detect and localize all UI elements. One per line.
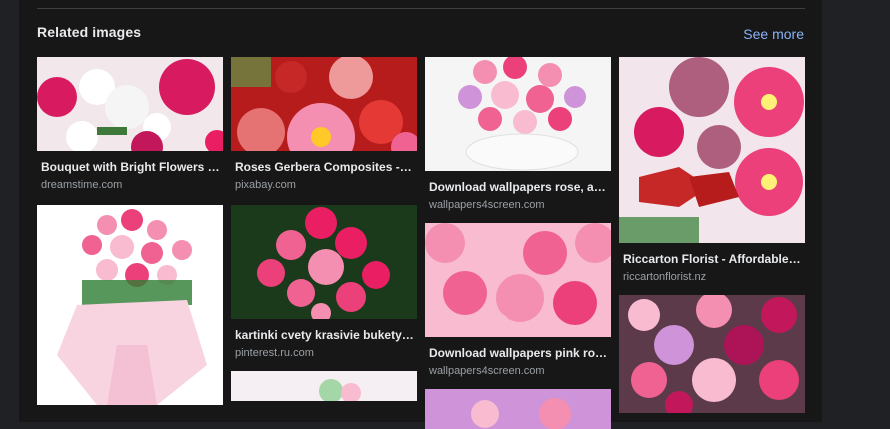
card-source: riccartonflorist.nz <box>623 271 707 283</box>
image-result-card[interactable] <box>425 389 611 429</box>
card-title: Download wallpapers rose, als... <box>429 180 609 194</box>
card-title: Riccarton Florist - Affordable F... <box>623 252 803 266</box>
image-column-3: Download wallpapers rose, als... wallpap… <box>425 57 611 429</box>
card-source: pinterest.ru.com <box>235 347 314 359</box>
card-title: Download wallpapers pink ros... <box>429 346 609 360</box>
card-source: pixabay.com <box>235 179 296 191</box>
image-thumbnail[interactable] <box>425 389 611 429</box>
image-result-card[interactable]: Download wallpapers rose, als... wallpap… <box>425 57 611 211</box>
card-title: Bouquet with Bright Flowers . ... <box>41 160 221 174</box>
card-source: dreamstime.com <box>41 179 123 191</box>
section-title: Related images <box>37 24 142 40</box>
image-thumbnail[interactable] <box>231 205 417 319</box>
image-thumbnail[interactable] <box>619 57 805 243</box>
image-thumbnail[interactable] <box>425 57 611 171</box>
image-thumbnail[interactable] <box>231 371 417 401</box>
card-source: wallpapers4screen.com <box>429 365 545 377</box>
image-result-card[interactable]: Roses Gerbera Composites - F... pixabay.… <box>231 57 417 191</box>
image-result-card[interactable]: Riccarton Florist - Affordable F... ricc… <box>619 57 805 283</box>
image-result-card[interactable] <box>37 205 223 405</box>
image-column-4: Riccarton Florist - Affordable F... ricc… <box>619 57 805 413</box>
image-thumbnail[interactable] <box>37 205 223 405</box>
image-result-card[interactable]: Download wallpapers pink ros... wallpape… <box>425 223 611 377</box>
image-column-2: Roses Gerbera Composites - F... pixabay.… <box>231 57 417 401</box>
card-title: kartinki cvety krasivie bukety 3... <box>235 328 415 342</box>
image-thumbnail[interactable] <box>619 295 805 413</box>
image-result-card[interactable]: Bouquet with Bright Flowers . ... dreams… <box>37 57 223 191</box>
see-more-link[interactable]: See more <box>743 26 804 42</box>
image-result-card[interactable] <box>619 295 805 413</box>
image-thumbnail[interactable] <box>425 223 611 337</box>
card-title: Roses Gerbera Composites - F... <box>235 160 415 174</box>
card-source: wallpapers4screen.com <box>429 199 545 211</box>
section-divider <box>37 8 805 9</box>
image-thumbnail[interactable] <box>231 57 417 151</box>
image-result-card[interactable]: kartinki cvety krasivie bukety 3... pint… <box>231 205 417 359</box>
image-result-card[interactable] <box>231 371 417 401</box>
image-column-1: Bouquet with Bright Flowers . ... dreams… <box>37 57 223 405</box>
image-thumbnail[interactable] <box>37 57 223 151</box>
